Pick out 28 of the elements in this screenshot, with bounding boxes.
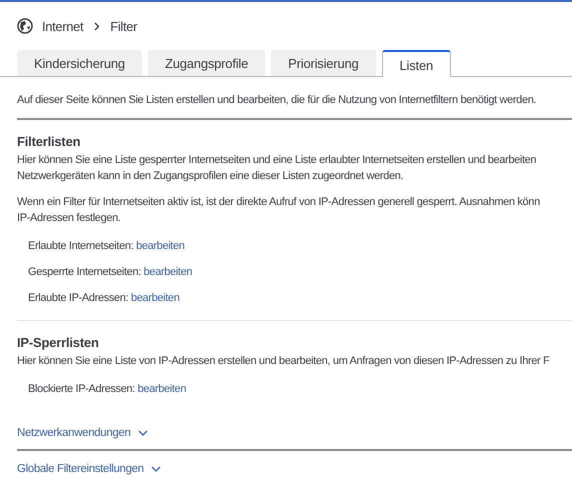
description-text: Hier können Sie eine Liste von IP-Adressen erstellen und bearbeiten, um Anfragen von diesen IP-Adressen zu Ihrer F xyxy=(17,354,550,369)
expander-link[interactable]: Netzwerkanwendungen xyxy=(17,427,131,439)
description-text: Hier können Sie eine Liste gesperrter Internetseiten und eine Liste erlaubter Internetseiten erstellen und bearbeiten xyxy=(17,153,536,168)
edit-link[interactable]: bearbeiten xyxy=(130,292,180,304)
expander-link[interactable]: Globale Filtereinstellungen xyxy=(17,463,144,475)
list-label: Gesperrte Internetseiten: xyxy=(28,266,141,278)
breadcrumb-item[interactable]: Internet xyxy=(42,18,84,34)
list-label: Erlaubte IP-Adressen: xyxy=(28,292,128,304)
breadcrumb-item[interactable]: Filter xyxy=(110,18,138,34)
description-text: IP-Adressen festlegen. xyxy=(17,211,121,226)
chevron-down-icon[interactable] xyxy=(138,430,148,436)
description-text: Wenn ein Filter für Internetseiten aktiv ist, ist der direkte Aufruf von IP-Adressen generell gesperrt. Ausnahmen könn xyxy=(17,195,540,210)
tab[interactable]: Priorisierung xyxy=(271,50,376,76)
chevron-right-icon xyxy=(92,22,102,30)
edit-link[interactable]: bearbeiten xyxy=(138,383,186,395)
tab[interactable]: Kindersicherung xyxy=(17,50,142,76)
section-title: Filterlisten xyxy=(17,134,82,149)
description-text: Netzwerkgeräten kann in den Zugangsprofilen eine dieser Listen zugeordnet werden. xyxy=(17,169,404,184)
globe-icon xyxy=(17,18,33,34)
list-label: Blockierte IP-Adressen: xyxy=(28,383,135,395)
tab[interactable]: Zugangsprofile xyxy=(148,50,266,76)
tab[interactable]: Listen xyxy=(382,50,452,77)
edit-link[interactable]: bearbeiten xyxy=(144,266,192,278)
intro-text: Auf dieser Seite können Sie Listen erstellen und bearbeiten, die für die Nutzung von Internetfiltern benötigt werden. xyxy=(17,94,538,106)
section-title: IP-Sperrlisten xyxy=(17,335,100,350)
chevron-down-icon[interactable] xyxy=(150,466,161,472)
edit-link[interactable]: bearbeiten xyxy=(136,240,185,252)
list-label: Erlaubte Internetseiten: xyxy=(28,240,134,252)
